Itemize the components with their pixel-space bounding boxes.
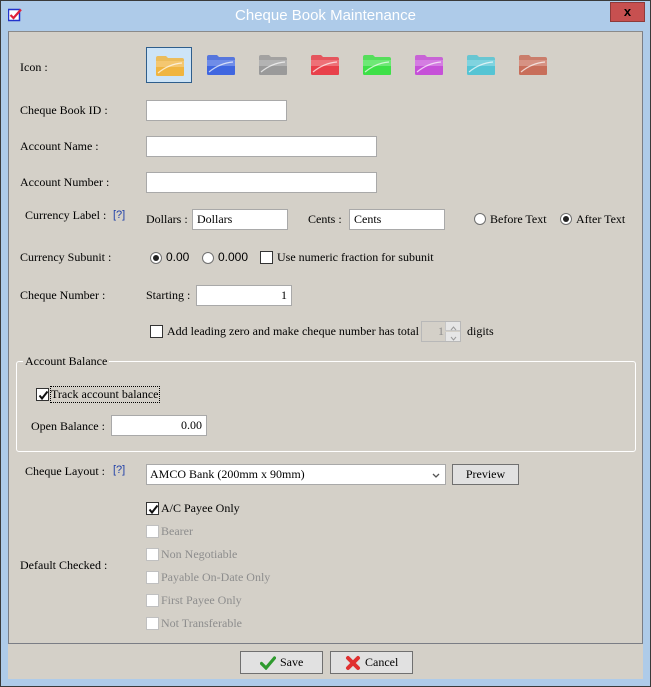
folder-option-blue[interactable]	[198, 47, 244, 83]
account-name-label: Account Name :	[20, 139, 99, 153]
cheque-layout-help-link[interactable]: [?]	[113, 464, 125, 476]
folder-option-gray[interactable]	[250, 47, 296, 83]
default-option-label: First Payee Only	[161, 593, 242, 607]
default-option-label: Bearer	[161, 524, 193, 538]
numeric-fraction-checkbox[interactable]	[260, 251, 273, 264]
numeric-fraction-label: Use numeric fraction for subunit	[277, 250, 434, 264]
icon-label: Icon :	[20, 60, 48, 74]
save-label: Save	[280, 655, 304, 669]
default-option-checkbox[interactable]	[146, 617, 159, 630]
leading-zero-label: Add leading zero and make cheque number …	[167, 324, 419, 338]
cancel-label: Cancel	[365, 655, 399, 669]
folder-option-cyan[interactable]	[458, 47, 504, 83]
starting-label: Starting :	[146, 288, 191, 302]
folder-option-yellow[interactable]	[146, 47, 192, 83]
dollars-label: Dollars :	[146, 212, 188, 226]
subunit-3dp-radio[interactable]	[202, 252, 214, 264]
folder-icon	[467, 55, 495, 75]
save-button[interactable]: Save	[240, 651, 323, 674]
dialog-body: Icon : Cheque Book ID : Account Name : A…	[8, 31, 643, 679]
dollars-input[interactable]: Dollars	[192, 209, 288, 230]
cheque-layout-selected: AMCO Bank (200mm x 90mm)	[150, 467, 305, 481]
currency-label-label: Currency Label :	[25, 208, 107, 222]
preview-button[interactable]: Preview	[452, 464, 519, 485]
cents-label: Cents :	[308, 212, 342, 226]
default-option-checkbox[interactable]	[146, 594, 159, 607]
cheque-layout-label: Cheque Layout :	[25, 464, 105, 478]
cancel-button[interactable]: Cancel	[330, 651, 413, 674]
spinner-up-button[interactable]	[445, 322, 460, 331]
digits-suffix-label: digits	[467, 324, 494, 338]
folder-option-green[interactable]	[354, 47, 400, 83]
default-option-label: A/C Payee Only	[161, 501, 240, 515]
default-option-label: Non Negotiable	[161, 547, 238, 561]
form-panel: Icon : Cheque Book ID : Account Name : A…	[8, 31, 643, 644]
open-balance-input[interactable]: 0.00	[111, 415, 207, 436]
subunit-3dp-label: 0.000	[218, 250, 249, 264]
folder-option-purple[interactable]	[406, 47, 452, 83]
starting-number-input[interactable]: 1	[196, 285, 292, 306]
account-balance-group	[16, 361, 636, 452]
folder-icon	[156, 56, 184, 76]
folder-icon	[259, 55, 287, 75]
chevron-down-icon	[431, 469, 441, 484]
default-option-checkbox[interactable]	[146, 502, 159, 515]
cheque-number-label: Cheque Number :	[20, 288, 106, 302]
default-checked-label: Default Checked :	[20, 558, 108, 572]
account-number-input[interactable]	[146, 172, 377, 193]
cents-input[interactable]: Cents	[349, 209, 445, 230]
dialog-window: Cheque Book Maintenance x Icon : Cheque …	[0, 0, 651, 687]
leading-zero-checkbox[interactable]	[150, 325, 163, 338]
before-text-radio[interactable]	[474, 213, 486, 225]
cheque-book-id-label: Cheque Book ID :	[20, 103, 108, 117]
title-bar[interactable]: Cheque Book Maintenance x	[1, 1, 650, 31]
default-option-checkbox[interactable]	[146, 548, 159, 561]
before-text-label: Before Text	[490, 212, 547, 226]
folder-icon	[363, 55, 391, 75]
default-option-label: Payable On-Date Only	[161, 570, 271, 584]
cheque-layout-select[interactable]: AMCO Bank (200mm x 90mm)	[146, 464, 446, 485]
folder-option-red[interactable]	[302, 47, 348, 83]
track-balance-checkbox[interactable]	[36, 388, 49, 401]
digits-spinner[interactable]: 1	[421, 321, 461, 342]
default-option-checkbox[interactable]	[146, 525, 159, 538]
currency-subunit-label: Currency Subunit :	[20, 250, 112, 264]
folder-icon	[519, 55, 547, 75]
subunit-2dp-radio[interactable]	[150, 252, 162, 264]
cross-icon	[346, 656, 360, 670]
cheque-book-id-input[interactable]	[146, 100, 287, 121]
window-title: Cheque Book Maintenance	[235, 7, 416, 24]
default-option-label: Not Transferable	[161, 616, 242, 630]
digits-value: 1	[438, 324, 444, 338]
account-balance-group-title: Account Balance	[23, 354, 110, 369]
currency-label-help-link[interactable]: [?]	[113, 209, 125, 221]
open-balance-label: Open Balance :	[31, 419, 105, 433]
account-number-label: Account Number :	[20, 175, 110, 189]
track-balance-label: Track account balance	[50, 386, 160, 403]
close-button[interactable]: x	[610, 2, 645, 22]
subunit-2dp-label: 0.00	[166, 250, 190, 264]
checkmark-icon	[260, 656, 276, 670]
default-option-checkbox[interactable]	[146, 571, 159, 584]
folder-icon	[207, 55, 235, 75]
account-name-input[interactable]	[146, 136, 377, 157]
folder-icon	[415, 55, 443, 75]
folder-icon	[311, 55, 339, 75]
after-text-radio[interactable]	[560, 213, 572, 225]
spinner-down-button[interactable]	[445, 332, 460, 341]
after-text-label: After Text	[576, 212, 626, 226]
folder-option-brown[interactable]	[510, 47, 556, 83]
